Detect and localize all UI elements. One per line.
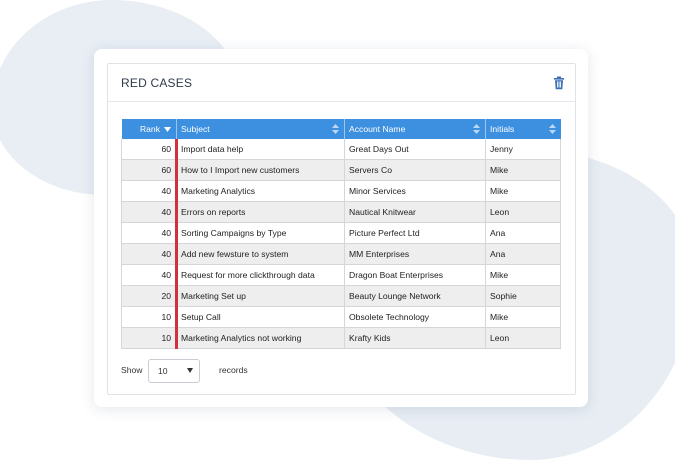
- table-header-row: Rank Subject Account Name Initials: [121, 119, 561, 139]
- rank-cell: 10: [121, 327, 178, 349]
- initials-cell: Mike: [485, 180, 561, 202]
- subject-cell: Marketing Set up: [176, 285, 345, 307]
- sort-icon: [548, 124, 556, 134]
- column-header-label: Rank: [139, 124, 160, 134]
- page-size-value: 10: [158, 366, 168, 376]
- rank-cell: 10: [121, 306, 178, 328]
- column-header-account-name[interactable]: Account Name: [344, 119, 486, 139]
- account-cell: Dragon Boat Enterprises: [344, 264, 486, 286]
- account-cell: Picture Perfect Ltd: [344, 222, 486, 244]
- red-cases-panel: RED CASES Rank Subject Account Name Init…: [107, 63, 576, 395]
- rank-cell: 40: [121, 201, 178, 223]
- table-row[interactable]: 10 Setup Call Obsolete Technology Mike: [121, 306, 561, 328]
- table-footer: Show 10 records: [121, 359, 561, 385]
- sort-icon: [473, 124, 480, 134]
- rank-cell: 40: [121, 180, 178, 202]
- subject-cell: Marketing Analytics: [176, 180, 345, 202]
- account-cell: Great Days Out: [344, 139, 486, 160]
- table-row[interactable]: 40 Errors on reports Nautical Knitwear L…: [121, 201, 561, 223]
- rank-cell: 40: [121, 264, 178, 286]
- initials-cell: Mike: [485, 159, 561, 181]
- table-body: 60 Import data help Great Days Out Jenny…: [121, 139, 561, 349]
- initials-cell: Sophie: [485, 285, 561, 307]
- initials-cell: Mike: [485, 264, 561, 286]
- subject-cell: Request for more clickthrough data: [176, 264, 345, 286]
- subject-cell: Marketing Analytics not working: [176, 327, 345, 349]
- account-cell: Obsolete Technology: [344, 306, 486, 328]
- rank-cell: 40: [121, 222, 178, 244]
- panel-title: RED CASES: [121, 76, 193, 90]
- table-row[interactable]: 60 How to I Import new customers Servers…: [121, 159, 561, 181]
- subject-cell: Errors on reports: [176, 201, 345, 223]
- subject-cell: Import data help: [176, 139, 345, 160]
- panel-header: RED CASES: [108, 64, 575, 102]
- table-row[interactable]: 60 Import data help Great Days Out Jenny: [121, 139, 561, 160]
- initials-cell: Leon: [485, 201, 561, 223]
- subject-cell: Setup Call: [176, 306, 345, 328]
- table-row[interactable]: 10 Marketing Analytics not working Kraft…: [121, 327, 561, 349]
- account-cell: Nautical Knitwear: [344, 201, 486, 223]
- sort-desc-icon: [164, 127, 171, 132]
- table-row[interactable]: 40 Request for more clickthrough data Dr…: [121, 264, 561, 286]
- cases-table: Rank Subject Account Name Initials 60 Im…: [121, 119, 561, 349]
- table-row[interactable]: 20 Marketing Set up Beauty Lounge Networ…: [121, 285, 561, 307]
- page-size-select[interactable]: 10: [148, 359, 200, 383]
- trash-icon[interactable]: [553, 76, 565, 90]
- subject-cell: Add new fewsture to system: [176, 243, 345, 265]
- column-header-subject[interactable]: Subject: [176, 119, 345, 139]
- records-label: records: [219, 365, 248, 375]
- rank-cell: 60: [121, 159, 178, 181]
- chevron-down-icon: [187, 368, 193, 373]
- rank-cell: 60: [121, 139, 178, 160]
- account-cell: Minor Services: [344, 180, 486, 202]
- initials-cell: Leon: [485, 327, 561, 349]
- subject-cell: How to I Import new customers: [176, 159, 345, 181]
- column-header-rank[interactable]: Rank: [121, 119, 177, 139]
- rank-cell: 40: [121, 243, 178, 265]
- column-header-initials[interactable]: Initials: [485, 119, 561, 139]
- rank-cell: 20: [121, 285, 178, 307]
- table-row[interactable]: 40 Marketing Analytics Minor Services Mi…: [121, 180, 561, 202]
- initials-cell: Ana: [485, 243, 561, 265]
- card: RED CASES Rank Subject Account Name Init…: [94, 49, 588, 407]
- subject-cell: Sorting Campaigns by Type: [176, 222, 345, 244]
- column-header-label: Subject: [181, 124, 210, 134]
- table-row[interactable]: 40 Add new fewsture to system MM Enterpr…: [121, 243, 561, 265]
- initials-cell: Jenny: [485, 139, 561, 160]
- initials-cell: Ana: [485, 222, 561, 244]
- account-cell: Servers Co: [344, 159, 486, 181]
- column-header-label: Initials: [490, 124, 515, 134]
- account-cell: MM Enterprises: [344, 243, 486, 265]
- sort-icon: [332, 124, 339, 134]
- show-label: Show: [121, 365, 143, 375]
- initials-cell: Mike: [485, 306, 561, 328]
- account-cell: Beauty Lounge Network: [344, 285, 486, 307]
- column-header-label: Account Name: [349, 124, 406, 134]
- account-cell: Krafty Kids: [344, 327, 486, 349]
- table-row[interactable]: 40 Sorting Campaigns by Type Picture Per…: [121, 222, 561, 244]
